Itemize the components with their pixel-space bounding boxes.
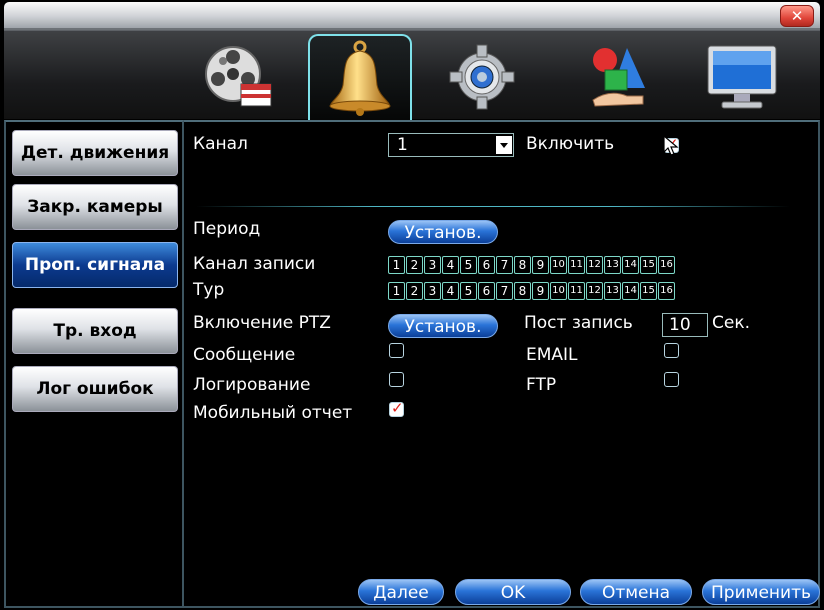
tour-label: Тур — [193, 280, 225, 300]
record-channel-label: Канал записи — [193, 254, 316, 274]
mobile-report-checkbox[interactable] — [389, 399, 404, 417]
sidebar-item-label: Лог ошибок — [36, 379, 154, 399]
channel-box[interactable]: 4 — [442, 256, 459, 274]
apply-button[interactable]: Применить — [702, 579, 820, 605]
email-checkbox[interactable] — [664, 343, 679, 358]
channel-box[interactable]: 3 — [424, 256, 441, 274]
message-label: Сообщение — [193, 345, 296, 365]
cancel-button[interactable]: Отмена — [580, 579, 692, 605]
channel-box[interactable]: 5 — [460, 256, 477, 274]
menu-tab-bar — [4, 30, 820, 122]
mobile-report-label: Мобильный отчет — [193, 403, 353, 423]
channel-box[interactable]: 16 — [658, 256, 675, 274]
sidebar-item-label: Тр. вход — [53, 321, 137, 341]
title-bar: ✕ — [4, 2, 820, 30]
channel-box[interactable]: 8 — [514, 256, 531, 274]
post-record-unit: Сек. — [712, 313, 751, 333]
next-button[interactable]: Далее — [358, 579, 444, 605]
ptz-set-button[interactable]: Установ. — [388, 314, 498, 338]
section-divider — [196, 206, 790, 207]
channel-box[interactable]: 9 — [532, 256, 549, 274]
channel-box[interactable]: 2 — [406, 282, 423, 300]
post-record-label: Пост запись — [524, 313, 633, 333]
sidebar-item-video-blind[interactable]: Закр. камеры — [12, 184, 178, 230]
channel-box[interactable]: 5 — [460, 282, 477, 300]
sidebar-item-video-loss[interactable]: Проп. сигнала — [12, 242, 178, 288]
film-reel-icon — [205, 46, 272, 107]
channel-box[interactable]: 7 — [496, 282, 513, 300]
channel-box[interactable]: 1 — [388, 282, 405, 300]
sidebar-item-error-log[interactable]: Лог ошибок — [12, 366, 178, 412]
email-label: EMAIL — [526, 345, 578, 365]
channel-select[interactable]: 1 — [388, 133, 514, 157]
channel-box[interactable]: 14 — [622, 256, 639, 274]
period-label: Период — [193, 219, 261, 239]
channel-value: 1 — [397, 135, 408, 155]
enable-label: Включить — [526, 134, 615, 154]
mouse-pointer-icon — [663, 135, 679, 156]
channel-box[interactable]: 8 — [514, 282, 531, 300]
sidebar-item-label: Закр. камеры — [27, 197, 163, 217]
close-button[interactable]: ✕ — [780, 5, 814, 27]
logging-label: Логирование — [193, 375, 311, 395]
message-checkbox[interactable] — [389, 343, 404, 358]
channel-box[interactable]: 4 — [442, 282, 459, 300]
channel-box[interactable]: 12 — [586, 256, 603, 274]
period-set-button[interactable]: Установ. — [388, 220, 498, 244]
sidebar: Дет. движения Закр. камеры Проп. сигнала… — [4, 120, 184, 608]
channel-box[interactable]: 16 — [658, 282, 675, 300]
tour-channel-selector: 1 2 3 4 5 6 7 8 9 10 11 12 13 14 15 16 — [388, 282, 676, 302]
channel-box[interactable]: 15 — [640, 256, 657, 274]
channel-box[interactable]: 1 — [388, 256, 405, 274]
sidebar-item-label: Дет. движения — [20, 143, 170, 163]
sidebar-item-alarm-input[interactable]: Тр. вход — [12, 308, 178, 354]
ftp-checkbox[interactable] — [664, 372, 679, 387]
channel-box[interactable]: 10 — [550, 282, 567, 300]
bell-icon — [329, 40, 391, 116]
tab-alarm[interactable] — [308, 34, 412, 122]
ptz-label: Включение PTZ — [193, 313, 331, 333]
channel-box[interactable]: 3 — [424, 282, 441, 300]
chevron-down-icon[interactable] — [496, 136, 512, 154]
tab-record[interactable] — [190, 35, 286, 119]
channel-box[interactable]: 7 — [496, 256, 513, 274]
sidebar-item-label: Проп. сигнала — [24, 255, 166, 275]
channel-box[interactable]: 10 — [550, 256, 567, 274]
record-channel-selector: 1 2 3 4 5 6 7 8 9 10 11 12 13 14 15 16 — [388, 256, 676, 276]
channel-box[interactable]: 9 — [532, 282, 549, 300]
channel-box[interactable]: 6 — [478, 282, 495, 300]
alarm-settings-window: ✕ Дет. движения Закр. камеры Проп. сигна… — [0, 0, 824, 610]
channel-box[interactable]: 12 — [586, 282, 603, 300]
channel-box[interactable]: 14 — [622, 282, 639, 300]
channel-box[interactable]: 15 — [640, 282, 657, 300]
channel-box[interactable]: 6 — [478, 256, 495, 274]
channel-box[interactable]: 11 — [568, 282, 585, 300]
channel-box[interactable]: 13 — [604, 256, 621, 274]
channel-box[interactable]: 13 — [604, 282, 621, 300]
shapes-hand-icon — [592, 48, 645, 107]
channel-label: Канал — [193, 134, 248, 154]
gear-icon — [449, 44, 515, 110]
tab-system[interactable] — [434, 35, 530, 119]
channel-box[interactable]: 2 — [406, 256, 423, 274]
channel-box[interactable]: 11 — [568, 256, 585, 274]
sidebar-item-motion-detect[interactable]: Дет. движения — [12, 130, 178, 176]
monitor-icon — [707, 45, 777, 109]
ok-button[interactable]: OK — [455, 579, 571, 605]
ftp-label: FTP — [526, 375, 557, 395]
logging-checkbox[interactable] — [389, 372, 404, 387]
tab-info[interactable] — [694, 35, 790, 119]
tab-advanced[interactable] — [570, 35, 666, 119]
post-record-input[interactable]: 10 — [662, 313, 708, 337]
